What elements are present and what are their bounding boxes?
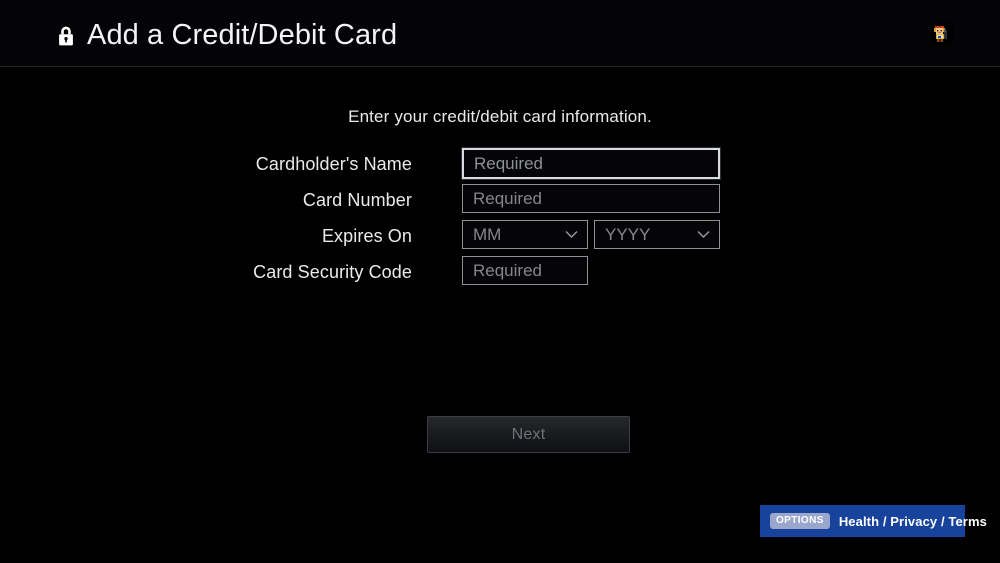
form-row-security-code: Card Security Code Required <box>0 256 1000 292</box>
select-expiry-month-value: MM <box>473 225 502 244</box>
label-cardholder-name: Cardholder's Name <box>255 154 412 174</box>
form-row-cardholder-name: Cardholder's Name Required <box>0 148 1000 184</box>
input-card-security-code[interactable]: Required <box>462 256 588 285</box>
chevron-down-icon <box>565 230 578 239</box>
avatar[interactable] <box>931 23 953 45</box>
select-expiry-year[interactable]: YYYY <box>594 220 720 249</box>
options-button-chip[interactable]: OPTIONS <box>770 513 830 529</box>
lock-icon <box>54 24 78 48</box>
input-cardholder-name[interactable]: Required <box>462 148 720 179</box>
form-subtitle: Enter your credit/debit card information… <box>348 107 652 126</box>
next-button[interactable]: Next <box>427 416 630 453</box>
page-header: Add a Credit/Debit Card <box>0 0 1000 67</box>
ps-add-card-screen: Add a Credit/Debit Card Enter your credi… <box>0 0 1000 563</box>
form-row-card-number: Card Number Required <box>0 184 1000 220</box>
options-bar[interactable]: OPTIONS Health / Privacy / Terms <box>760 505 987 537</box>
select-expiry-year-value: YYYY <box>605 225 651 244</box>
select-expiry-month[interactable]: MM <box>462 220 588 249</box>
label-expires-on: Expires On <box>321 226 412 246</box>
page-title: Add a Credit/Debit Card <box>87 19 398 51</box>
label-card-number: Card Number <box>302 190 412 210</box>
card-form: Cardholder's Name Required Card Number R… <box>0 148 1000 292</box>
input-card-number[interactable]: Required <box>462 184 720 213</box>
form-row-expires-on: Expires On MM YYYY <box>0 220 1000 256</box>
health-privacy-terms-link[interactable]: Health / Privacy / Terms <box>839 514 987 529</box>
label-card-security-code: Card Security Code <box>253 262 412 282</box>
chevron-down-icon <box>697 230 710 239</box>
